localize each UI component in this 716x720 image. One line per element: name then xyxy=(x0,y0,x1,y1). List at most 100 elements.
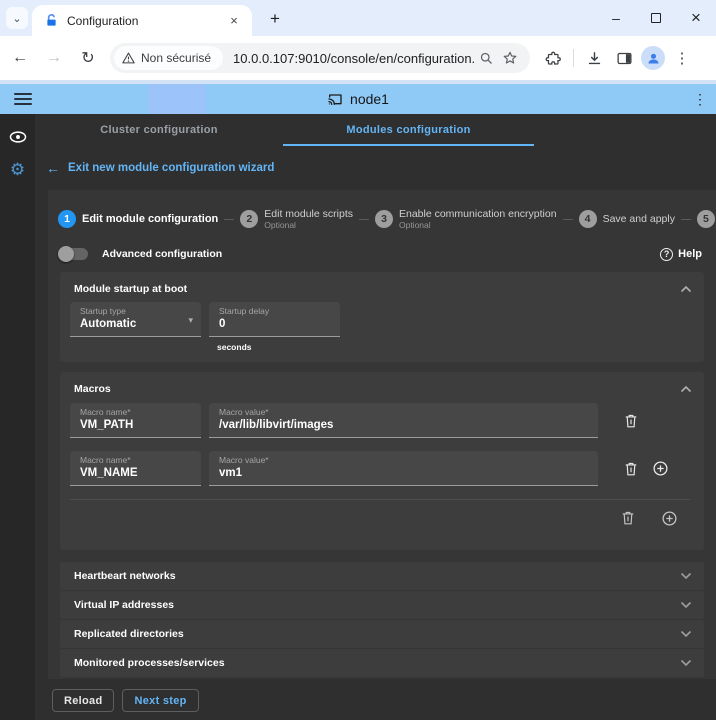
add-macro-row-icon[interactable] xyxy=(661,510,678,527)
collapsed-sections: Heartbeart networks Virtual IP addresses… xyxy=(48,562,716,677)
macro-value-label: Macro value* xyxy=(219,407,590,417)
collapse-chevron-up-icon[interactable] xyxy=(680,385,692,393)
section-label: Virtual IP addresses xyxy=(74,599,680,611)
security-label: Non sécurisé xyxy=(141,51,211,65)
advanced-configuration-row: Advanced configuration ? Help xyxy=(48,240,716,268)
macro-name-input[interactable]: Macro name* VM_PATH xyxy=(70,403,201,438)
macro-row: Macro name* VM_NAME Macro value* vm1 xyxy=(70,451,704,486)
side-panel-icon[interactable] xyxy=(611,45,637,71)
maximize-icon xyxy=(651,13,661,23)
new-tab-button[interactable]: + xyxy=(262,6,288,32)
tab-search-button[interactable]: ⌄ xyxy=(6,7,28,29)
maximize-button[interactable] xyxy=(636,0,676,36)
advanced-configuration-label: Advanced configuration xyxy=(102,248,222,260)
tab-cluster-configuration[interactable]: Cluster configuration xyxy=(35,114,283,146)
browser-tab[interactable]: Configuration × xyxy=(32,5,252,36)
tab-modules-configuration[interactable]: Modules configuration xyxy=(283,114,534,146)
macro-value-value: vm1 xyxy=(219,467,590,479)
app-header: node1 ⋮ xyxy=(0,84,716,114)
next-step-button[interactable]: Next step xyxy=(122,689,198,712)
extensions-puzzle-icon[interactable] xyxy=(540,45,566,71)
back-button[interactable]: ← xyxy=(6,44,34,72)
bookmark-star-icon[interactable] xyxy=(498,46,522,70)
node-title: node1 xyxy=(0,84,716,114)
step-save-and-apply[interactable]: 4 Save and apply xyxy=(579,210,675,228)
delete-macro-icon[interactable] xyxy=(624,413,638,429)
help-link[interactable]: ? Help xyxy=(660,248,702,261)
tab-close-icon[interactable]: × xyxy=(226,13,242,28)
url-text[interactable]: 10.0.0.107:9010/console/en/configuration… xyxy=(233,51,474,66)
forward-button[interactable]: → xyxy=(40,44,68,72)
advanced-configuration-toggle[interactable] xyxy=(60,248,88,260)
delete-all-macros-icon[interactable] xyxy=(621,510,635,527)
macro-name-label: Macro name* xyxy=(80,407,193,417)
step-enable-communication-encryption[interactable]: 3 Enable communication encryption Option… xyxy=(375,208,557,230)
step-connector xyxy=(359,219,369,220)
section-label: Heartbeart networks xyxy=(74,570,680,582)
macro-name-value: VM_NAME xyxy=(80,467,193,479)
macros-card-title: Macros xyxy=(74,383,680,395)
step-check-result[interactable]: 5 Check result xyxy=(697,210,716,228)
security-chip[interactable]: Non sécurisé xyxy=(114,46,223,70)
step-edit-module-scripts[interactable]: 2 Edit module scripts Optional xyxy=(240,208,353,230)
macro-name-label: Macro name* xyxy=(80,455,193,465)
exit-wizard-label: Exit new module configuration wizard xyxy=(68,162,274,174)
startup-card-title: Module startup at boot xyxy=(74,283,680,295)
macro-value-input[interactable]: Macro value* /var/lib/libvirt/images xyxy=(209,403,598,438)
gear-icon[interactable]: ⚙ xyxy=(10,161,25,178)
step-label: Save and apply xyxy=(603,213,675,225)
step-connector xyxy=(224,219,234,220)
step-edit-module-configuration[interactable]: 1 Edit module configuration xyxy=(58,210,218,228)
section-monitored-processes[interactable]: Monitored processes/services xyxy=(60,649,704,677)
footer-actions: Reload Next step xyxy=(35,679,716,712)
close-button[interactable]: × xyxy=(676,0,716,36)
help-label: Help xyxy=(678,248,702,260)
startup-type-select[interactable]: Startup type Automatic ▾ xyxy=(70,302,201,337)
section-heartbeat-networks[interactable]: Heartbeart networks xyxy=(60,562,704,590)
step-connector xyxy=(563,219,573,220)
section-virtual-ip-addresses[interactable]: Virtual IP addresses xyxy=(60,591,704,619)
step-label: Edit module scripts xyxy=(264,208,353,220)
step-sublabel: Optional xyxy=(264,220,353,230)
section-replicated-directories[interactable]: Replicated directories xyxy=(60,620,704,648)
zoom-icon[interactable] xyxy=(474,46,498,70)
app-menu-icon[interactable]: ⋮ xyxy=(692,84,708,114)
startup-delay-value: 0 xyxy=(219,318,332,330)
macro-name-value: VM_PATH xyxy=(80,419,193,431)
add-macro-icon[interactable] xyxy=(652,460,669,477)
browser-menu-icon[interactable]: ⋮ xyxy=(669,45,695,71)
reload-button[interactable]: ↻ xyxy=(74,44,102,72)
back-arrow-icon: ← xyxy=(46,160,60,176)
wizard-stepper: 1 Edit module configuration 2 Edit modul… xyxy=(48,190,716,234)
wizard-panel: 1 Edit module configuration 2 Edit modul… xyxy=(48,190,716,679)
startup-type-value: Automatic xyxy=(80,318,193,330)
exit-wizard-link[interactable]: ← Exit new module configuration wizard xyxy=(46,160,274,176)
chevron-down-icon: ⌄ xyxy=(12,12,21,25)
step-sublabel: Optional xyxy=(399,220,557,230)
address-bar[interactable]: Non sécurisé 10.0.0.107:9010/console/en/… xyxy=(110,43,530,73)
startup-delay-label: Startup delay xyxy=(219,306,332,316)
downloads-icon[interactable] xyxy=(581,45,607,71)
toolbar-divider xyxy=(573,49,574,67)
delete-macro-icon[interactable] xyxy=(624,461,638,477)
collapse-chevron-up-icon[interactable] xyxy=(680,285,692,293)
macros-card: Macros Macro name* VM_PATH Macro value* … xyxy=(60,372,704,550)
chevron-down-icon xyxy=(680,659,692,667)
minimize-button[interactable]: – xyxy=(596,0,636,36)
step-number: 4 xyxy=(579,210,597,228)
profile-avatar[interactable] xyxy=(641,46,665,70)
module-startup-card: Module startup at boot Startup type Auto… xyxy=(60,272,704,362)
macro-name-input[interactable]: Macro name* VM_NAME xyxy=(70,451,201,486)
startup-delay-input[interactable]: Startup delay 0 xyxy=(209,302,340,337)
window-controls: – × xyxy=(596,0,716,36)
reload-button[interactable]: Reload xyxy=(52,689,114,712)
unlock-favicon-icon xyxy=(44,13,59,28)
toggle-thumb xyxy=(58,246,74,262)
macro-value-input[interactable]: Macro value* vm1 xyxy=(209,451,598,486)
macro-value-label: Macro value* xyxy=(219,455,590,465)
help-icon: ? xyxy=(660,248,673,261)
step-label: Enable communication encryption xyxy=(399,208,557,220)
eye-icon[interactable] xyxy=(9,130,27,144)
step-connector xyxy=(681,219,691,220)
step-number: 5 xyxy=(697,210,715,228)
